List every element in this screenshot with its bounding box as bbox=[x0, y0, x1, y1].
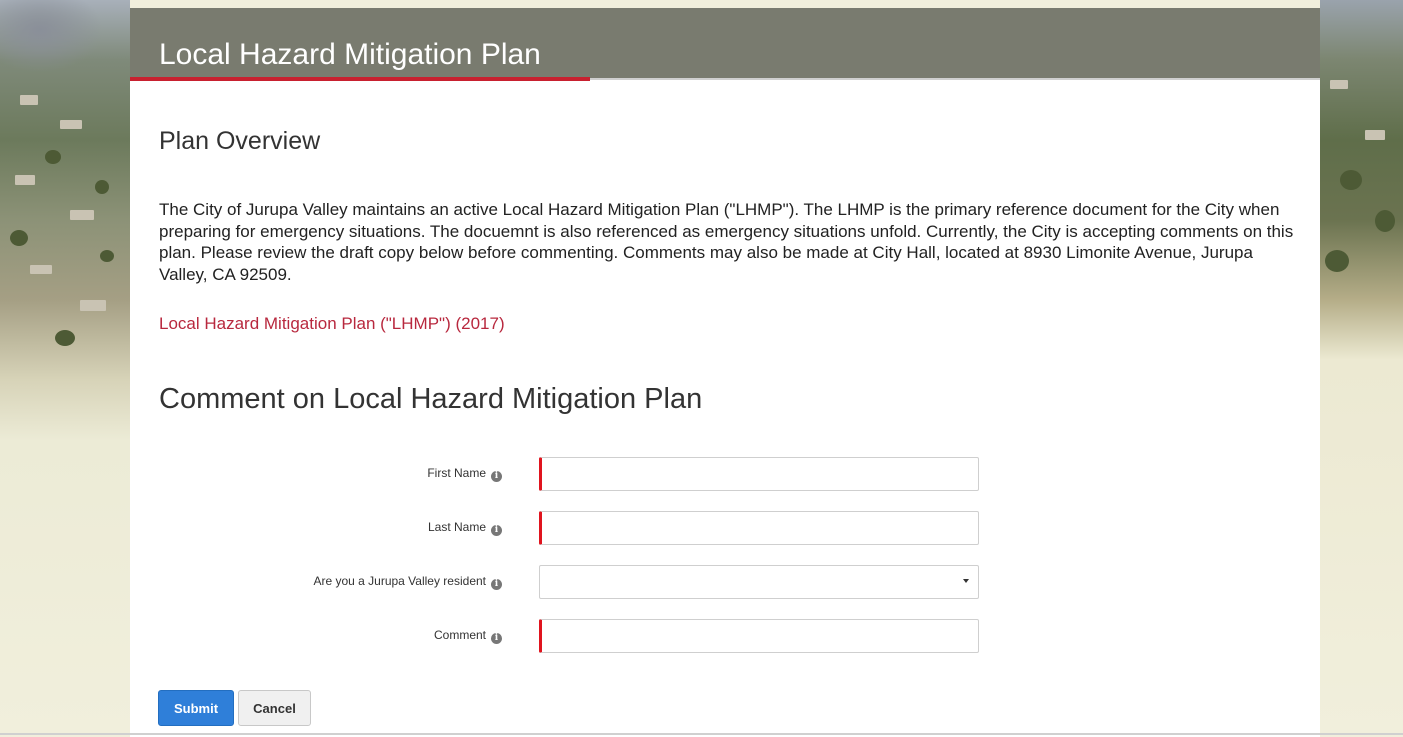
last-name-field[interactable] bbox=[539, 511, 979, 545]
form-row-last-name: Last Name i bbox=[130, 511, 1320, 547]
first-name-field[interactable] bbox=[539, 457, 979, 491]
page-header: Local Hazard Mitigation Plan bbox=[130, 0, 1320, 80]
info-icon[interactable]: i bbox=[491, 579, 502, 590]
comment-heading: Comment on Local Hazard Mitigation Plan bbox=[159, 383, 703, 415]
resident-label: Are you a Jurupa Valley resident i bbox=[313, 574, 502, 590]
page-bottom-divider bbox=[0, 733, 1403, 735]
cancel-button[interactable]: Cancel bbox=[238, 690, 311, 726]
form-row-resident: Are you a Jurupa Valley resident i bbox=[130, 565, 1320, 601]
last-name-label: Last Name i bbox=[428, 520, 502, 536]
background-scenery-right bbox=[1320, 0, 1403, 737]
comment-input[interactable] bbox=[542, 620, 978, 652]
header-divider bbox=[590, 78, 1320, 80]
first-name-label: First Name i bbox=[427, 466, 502, 482]
first-name-input[interactable] bbox=[542, 458, 978, 490]
form-row-comment: Comment i bbox=[130, 619, 1320, 655]
chevron-down-icon[interactable] bbox=[963, 579, 969, 583]
header-accent-bar bbox=[130, 77, 590, 81]
info-icon[interactable]: i bbox=[491, 525, 502, 536]
comment-label: Comment i bbox=[434, 628, 502, 644]
submit-button[interactable]: Submit bbox=[158, 690, 234, 726]
background-scenery-left bbox=[0, 0, 130, 737]
overview-paragraph: The City of Jurupa Valley maintains an a… bbox=[159, 200, 1294, 284]
info-icon[interactable]: i bbox=[491, 471, 502, 482]
page-title: Local Hazard Mitigation Plan bbox=[159, 38, 541, 72]
breadcrumb-strip bbox=[130, 0, 1320, 8]
resident-select[interactable] bbox=[539, 565, 979, 599]
comment-field[interactable] bbox=[539, 619, 979, 653]
last-name-input[interactable] bbox=[542, 512, 978, 544]
info-icon[interactable]: i bbox=[491, 633, 502, 644]
content-panel: Local Hazard Mitigation Plan Plan Overvi… bbox=[130, 0, 1320, 737]
lhmp-document-link[interactable]: Local Hazard Mitigation Plan ("LHMP") (2… bbox=[159, 314, 505, 334]
form-row-first-name: First Name i bbox=[130, 457, 1320, 493]
overview-heading: Plan Overview bbox=[159, 127, 321, 155]
